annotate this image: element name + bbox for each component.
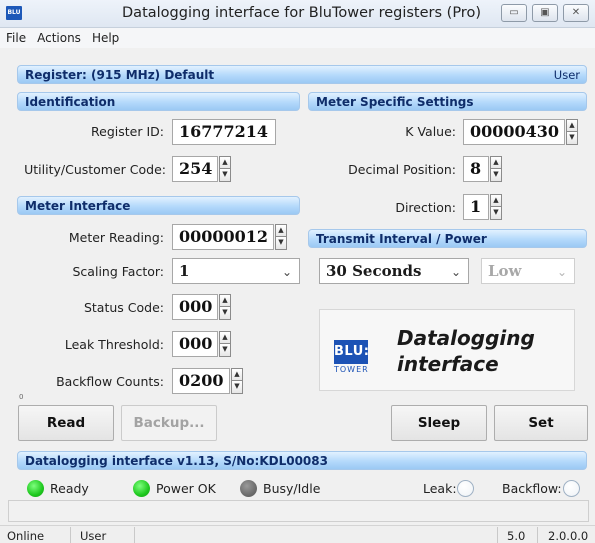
spin-up-icon[interactable]: ▲ [490, 156, 502, 169]
spin-up-icon[interactable]: ▲ [566, 119, 578, 132]
chevron-down-icon: ⌄ [281, 265, 292, 279]
utility-code-label: Utility/Customer Code: [24, 162, 166, 177]
backflow-counts-stepper[interactable]: ▲ ▼ [231, 368, 243, 394]
register-id-label: Register ID: [91, 124, 164, 139]
spin-up-icon[interactable]: ▲ [490, 194, 502, 207]
sleep-button[interactable]: Sleep [391, 405, 487, 441]
leak-led-icon [457, 480, 474, 497]
direction-input[interactable]: 1 [463, 194, 489, 220]
backflow-counts-input[interactable]: 0200 [172, 368, 230, 394]
decimal-position-stepper[interactable]: ▲ ▼ [490, 156, 502, 182]
chevron-down-icon: ⌄ [450, 265, 461, 279]
user-level: User [80, 529, 107, 543]
backup-button: Backup... [121, 405, 217, 441]
k-value-stepper[interactable]: ▲ ▼ [566, 119, 578, 145]
logo-line-1: Datalogging [397, 326, 535, 350]
power-ok-label: Power OK [156, 481, 216, 496]
logo-line-2: interface [397, 352, 499, 376]
utility-code-input[interactable]: 254 [172, 156, 218, 182]
logo-title: Datalogging interface [397, 325, 535, 377]
status-bar: Online User 5.0 2.0.0.0 [0, 525, 595, 543]
menu-bar: File Actions Help [0, 28, 595, 48]
spin-up-icon[interactable]: ▲ [219, 331, 231, 344]
status-code-stepper[interactable]: ▲ ▼ [219, 294, 231, 320]
spin-down-icon[interactable]: ▼ [490, 207, 502, 220]
direction-stepper[interactable]: ▲ ▼ [490, 194, 502, 220]
maximize-button[interactable]: ▣ [532, 4, 558, 22]
scaling-factor-label: Scaling Factor: [72, 264, 165, 279]
close-button[interactable]: ✕ [563, 4, 589, 22]
connection-state: Online [7, 529, 45, 543]
transmit-power-select: Low ⌄ [481, 258, 575, 284]
logo-panel: BLU: TOWER Datalogging interface [319, 309, 575, 391]
spin-down-icon[interactable]: ▼ [231, 381, 243, 394]
meter-reading-label: Meter Reading: [68, 230, 164, 245]
direction-label: Direction: [395, 200, 456, 215]
busy-led-icon [240, 480, 257, 497]
leak-threshold-input[interactable]: 000 [172, 331, 218, 357]
spin-down-icon[interactable]: ▼ [490, 169, 502, 182]
transmit-header: Transmit Interval / Power [308, 229, 587, 248]
user-mode-label: User [553, 68, 580, 82]
chevron-down-icon: ⌄ [556, 265, 567, 279]
leak-threshold-label: Leak Threshold: [64, 337, 164, 352]
spin-down-icon[interactable]: ▼ [219, 344, 231, 357]
logo-sub-text: TOWER [334, 365, 369, 374]
scaling-factor-select[interactable]: 1 ⌄ [172, 258, 300, 284]
tiny-counter: 0 [19, 393, 24, 401]
software-version: 2.0.0.0 [548, 529, 589, 543]
k-value-label: K Value: [405, 124, 456, 139]
backflow-led-icon [563, 480, 580, 497]
decimal-position-label: Decimal Position: [348, 162, 456, 177]
utility-code-stepper[interactable]: ▲ ▼ [219, 156, 231, 182]
read-button[interactable]: Read [18, 405, 114, 441]
spin-down-icon[interactable]: ▼ [275, 237, 287, 250]
version-band: Datalogging interface v1.13, S/No:KDL000… [17, 451, 587, 470]
transmit-power-value: Low [488, 262, 522, 280]
busy-idle-label: Busy/Idle [263, 481, 321, 496]
register-title: Register: (915 MHz) Default [25, 68, 215, 82]
meter-reading-input[interactable]: 00000012 [172, 224, 274, 250]
menu-file[interactable]: File [6, 31, 26, 45]
backflow-label: Backflow: [502, 481, 562, 496]
menu-help[interactable]: Help [92, 31, 119, 45]
firmware-version: 5.0 [507, 529, 526, 543]
transmit-interval-select[interactable]: 30 Seconds ⌄ [319, 258, 469, 284]
leak-label: Leak: [423, 481, 457, 496]
spin-down-icon[interactable]: ▼ [566, 132, 578, 145]
register-band: Register: (915 MHz) Default User [17, 65, 587, 84]
blutower-logo: BLU: TOWER [334, 340, 369, 380]
ready-led-icon [27, 480, 44, 497]
scaling-factor-value: 1 [179, 262, 190, 280]
status-code-label: Status Code: [83, 300, 164, 315]
leak-threshold-stepper[interactable]: ▲ ▼ [219, 331, 231, 357]
menu-actions[interactable]: Actions [37, 31, 81, 45]
spin-up-icon[interactable]: ▲ [231, 368, 243, 381]
meter-settings-header: Meter Specific Settings [308, 92, 587, 111]
spin-up-icon[interactable]: ▲ [275, 224, 287, 237]
transmit-interval-value: 30 Seconds [326, 262, 422, 280]
spin-up-icon[interactable]: ▲ [219, 294, 231, 307]
meter-interface-header: Meter Interface [17, 196, 300, 215]
meter-reading-stepper[interactable]: ▲ ▼ [275, 224, 287, 250]
k-value-input[interactable]: 00000430 [463, 119, 565, 145]
power-led-icon [133, 480, 150, 497]
status-code-input[interactable]: 000 [172, 294, 218, 320]
spin-down-icon[interactable]: ▼ [219, 169, 231, 182]
minimize-button[interactable]: ▭ [501, 4, 527, 22]
message-bar [8, 500, 589, 522]
decimal-position-input[interactable]: 8 [463, 156, 489, 182]
title-bar: BLU Datalogging interface for BluTower r… [0, 0, 595, 28]
ready-label: Ready [50, 481, 89, 496]
spin-up-icon[interactable]: ▲ [219, 156, 231, 169]
set-button[interactable]: Set [494, 405, 588, 441]
logo-mark-text: BLU: [334, 340, 369, 364]
spin-down-icon[interactable]: ▼ [219, 307, 231, 320]
identification-header: Identification [17, 92, 300, 111]
backflow-counts-label: Backflow Counts: [56, 374, 164, 389]
register-id-value: 16777214 [172, 119, 276, 145]
